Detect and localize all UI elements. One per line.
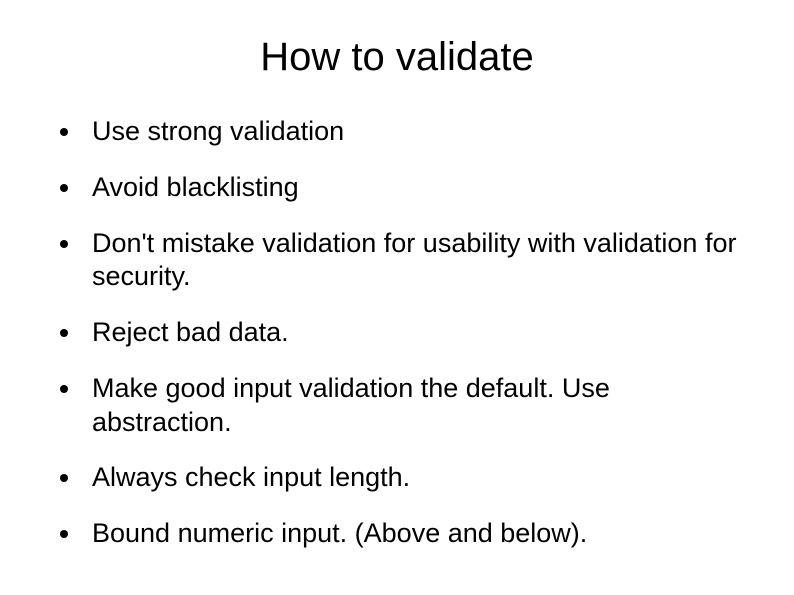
bullet-icon	[60, 329, 68, 337]
bullet-icon	[60, 474, 68, 482]
bullet-text: Use strong validation	[92, 115, 744, 149]
slide-title: How to validate	[50, 35, 744, 80]
bullet-text: Make good input validation the default. …	[92, 372, 744, 440]
list-item: Always check input length.	[60, 461, 744, 495]
bullet-text: Always check input length.	[92, 461, 744, 495]
bullet-text: Avoid blacklisting	[92, 171, 744, 205]
bullet-icon	[60, 128, 68, 136]
list-item: Don't mistake validation for usability w…	[60, 227, 744, 295]
bullet-text: Bound numeric input. (Above and below).	[92, 517, 744, 551]
bullet-list: Use strong validation Avoid blacklisting…	[50, 115, 744, 551]
list-item: Use strong validation	[60, 115, 744, 149]
list-item: Bound numeric input. (Above and below).	[60, 517, 744, 551]
list-item: Reject bad data.	[60, 316, 744, 350]
bullet-icon	[60, 385, 68, 393]
bullet-icon	[60, 240, 68, 248]
bullet-text: Don't mistake validation for usability w…	[92, 227, 744, 295]
bullet-icon	[60, 184, 68, 192]
list-item: Make good input validation the default. …	[60, 372, 744, 440]
bullet-icon	[60, 530, 68, 538]
list-item: Avoid blacklisting	[60, 171, 744, 205]
bullet-text: Reject bad data.	[92, 316, 744, 350]
